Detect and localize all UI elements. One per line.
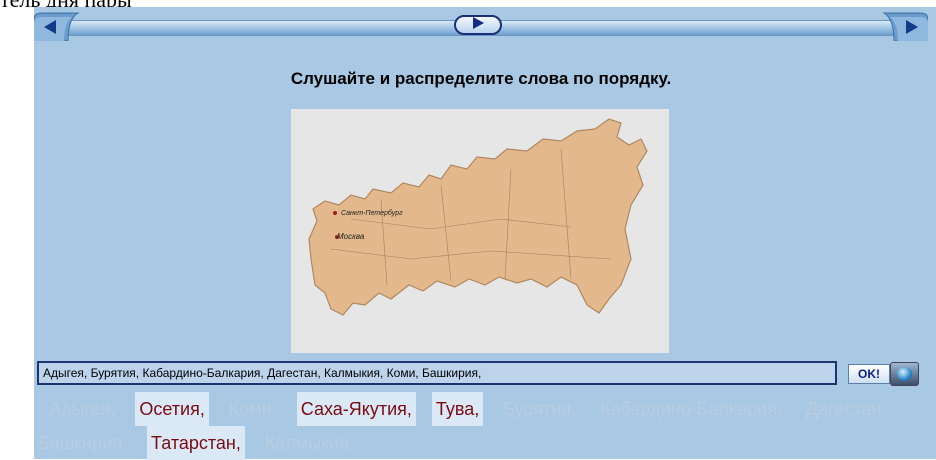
word-sakha-yakutia[interactable]: Саха-Якутия, xyxy=(296,392,416,426)
word-tuva[interactable]: Тува, xyxy=(431,392,484,426)
word-bank: Адыгея, Осетия, Коми, Саха-Якутия, Тува, Буря… xyxy=(34,392,924,460)
word-dagestan: Дагестан, xyxy=(806,399,887,419)
word-komi: Коми, xyxy=(228,399,277,419)
play-icon xyxy=(471,16,485,34)
word-kabardino-balkaria: Кабардино-Балкария, xyxy=(600,399,783,419)
word-tatarstan[interactable]: Татарстан, xyxy=(147,426,245,460)
russia-landmass xyxy=(308,118,648,316)
instruction-text: Слушайте и распределите слова по порядку… xyxy=(290,69,672,88)
word-osetia[interactable]: Осетия, xyxy=(135,392,209,426)
russia-map-image: Санкт-Петербург Москва xyxy=(291,109,669,353)
word-kalmykia: Калмыкия, xyxy=(264,433,354,453)
forward-arrow-icon[interactable] xyxy=(876,11,929,42)
exercise-panel: Слушайте и распределите слова по порядку… xyxy=(33,7,936,460)
back-arrow-icon[interactable] xyxy=(33,11,86,42)
navigation-bar xyxy=(33,11,929,45)
word-buryatia: Бурятия, xyxy=(503,399,577,419)
ok-button[interactable]: OK! xyxy=(848,364,890,384)
play-button[interactable] xyxy=(454,15,502,35)
sound-knob-icon[interactable] xyxy=(890,362,919,386)
map-label-moscow: Москва xyxy=(337,232,365,241)
word-adygea: Адыгея, xyxy=(49,399,116,419)
map-label-spb: Санкт-Петербург xyxy=(341,209,403,217)
answer-field[interactable]: Адыгея, Бурятия, Кабардино-Балкария, Даг… xyxy=(37,361,837,385)
word-bashkiria: Башкирия, xyxy=(38,433,128,453)
